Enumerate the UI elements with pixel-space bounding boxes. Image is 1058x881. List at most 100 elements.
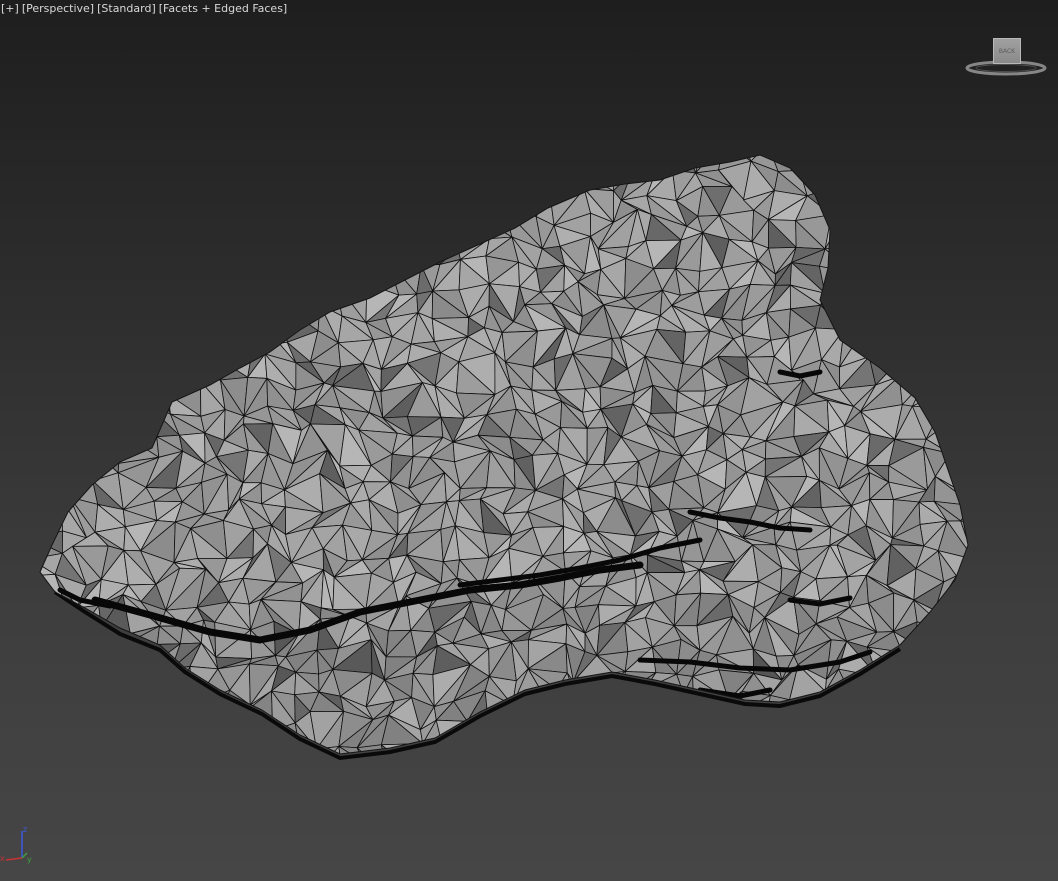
mesh-face: [603, 718, 627, 746]
mesh-face: [51, 380, 81, 410]
mesh-face: [886, 702, 924, 722]
mesh-face: [601, 688, 628, 719]
mesh-face: [285, 304, 321, 332]
mesh-face: [151, 249, 168, 261]
mesh-face: [95, 653, 135, 673]
viewport-point-of-view-menu[interactable]: [Perspective]: [22, 2, 94, 15]
mesh-face: [192, 232, 214, 260]
mesh-face: [240, 155, 277, 179]
viewcube[interactable]: BACK: [965, 34, 1047, 78]
mesh-face: [575, 735, 605, 754]
mesh-face: [242, 268, 265, 284]
mesh-face: [181, 287, 200, 318]
mesh-face: [963, 164, 968, 201]
mesh-face: [296, 155, 324, 178]
mesh-face: [101, 248, 135, 272]
mesh-face: [870, 293, 892, 322]
mesh-face: [837, 155, 863, 168]
mesh-face: [963, 665, 968, 704]
mesh-face: [908, 360, 943, 381]
mesh-face: [143, 376, 171, 415]
mesh-face: [503, 191, 544, 210]
mesh-face: [124, 352, 157, 378]
mesh-face: [133, 303, 156, 338]
mesh-face: [966, 265, 968, 284]
mesh-face: [47, 168, 86, 194]
perspective-viewport[interactable]: [+] [Perspective] [Standard] [Facets + Edge…: [0, 0, 1058, 881]
mesh-face: [814, 735, 849, 754]
mesh-face: [914, 629, 948, 655]
mesh-face: [93, 318, 135, 333]
mesh-face: [966, 262, 968, 283]
mesh-face: [970, 344, 990, 365]
mesh-face: [937, 665, 965, 707]
mesh-face: [942, 378, 962, 411]
mesh-face: [332, 189, 364, 225]
mesh-face: [335, 258, 368, 284]
mesh-face: [69, 408, 106, 437]
mesh-face: [888, 738, 915, 754]
mesh-face: [291, 192, 324, 226]
mesh-face: [962, 183, 968, 227]
mesh-face: [74, 269, 99, 293]
mesh-face: [917, 317, 942, 347]
mesh-face: [144, 210, 171, 251]
mesh-face: [843, 192, 875, 217]
mesh-face: [566, 155, 578, 171]
mesh-face: [286, 212, 324, 237]
mesh-face: [970, 747, 981, 774]
rock-mesh[interactable]: [0, 0, 1058, 881]
mesh-face: [918, 155, 944, 176]
mesh-face: [371, 223, 398, 247]
mesh-face: [814, 715, 843, 743]
mesh-face: [50, 186, 85, 214]
mesh-face: [918, 220, 950, 251]
mesh-face: [102, 155, 120, 174]
mesh-face: [79, 330, 95, 365]
mesh-face: [122, 400, 158, 438]
mesh-face: [205, 354, 221, 381]
mesh-face: [102, 166, 135, 190]
mesh-face: [871, 738, 894, 754]
mesh-face: [40, 165, 62, 188]
mesh-face: [960, 408, 968, 427]
mesh-face: [913, 743, 941, 754]
viewcube-back-face[interactable]: BACK: [993, 38, 1021, 64]
mesh-face: [908, 345, 943, 368]
mesh-face: [852, 245, 873, 274]
mesh-face: [957, 238, 968, 264]
mesh-face: [215, 746, 245, 754]
mesh-face: [133, 155, 152, 168]
mesh-face: [404, 200, 447, 223]
mesh-face: [79, 689, 112, 728]
mesh-face: [276, 246, 288, 268]
mesh-face: [897, 255, 925, 293]
mesh-face: [40, 744, 62, 754]
mesh-face: [169, 313, 200, 329]
mesh-face: [505, 161, 544, 193]
mesh-face: [40, 448, 56, 490]
mesh-face: [445, 208, 456, 238]
mesh-face: [345, 177, 362, 191]
mesh-face: [625, 712, 659, 746]
mesh-face: [362, 260, 389, 284]
mesh-face: [718, 715, 749, 748]
mesh-face: [286, 259, 325, 289]
mesh-face: [53, 673, 80, 695]
mesh-face: [909, 702, 944, 722]
mesh-face: [40, 380, 53, 403]
mesh-face: [40, 696, 49, 724]
viewport-shading-menu[interactable]: [Standard]: [97, 2, 156, 15]
mesh-face: [458, 159, 482, 194]
mesh-face: [166, 232, 198, 260]
mesh-face: [97, 270, 119, 289]
mesh-face: [601, 688, 628, 720]
mesh-face: [704, 716, 720, 749]
viewport-plus-menu[interactable]: [+]: [1, 2, 19, 15]
mesh-face: [46, 694, 71, 720]
viewport-display-mode-menu[interactable]: [Facets + Edged Faces]: [159, 2, 287, 15]
mesh-face: [118, 376, 157, 410]
mesh-face: [948, 238, 968, 264]
mesh-face: [565, 726, 577, 745]
mesh-face: [970, 694, 993, 721]
